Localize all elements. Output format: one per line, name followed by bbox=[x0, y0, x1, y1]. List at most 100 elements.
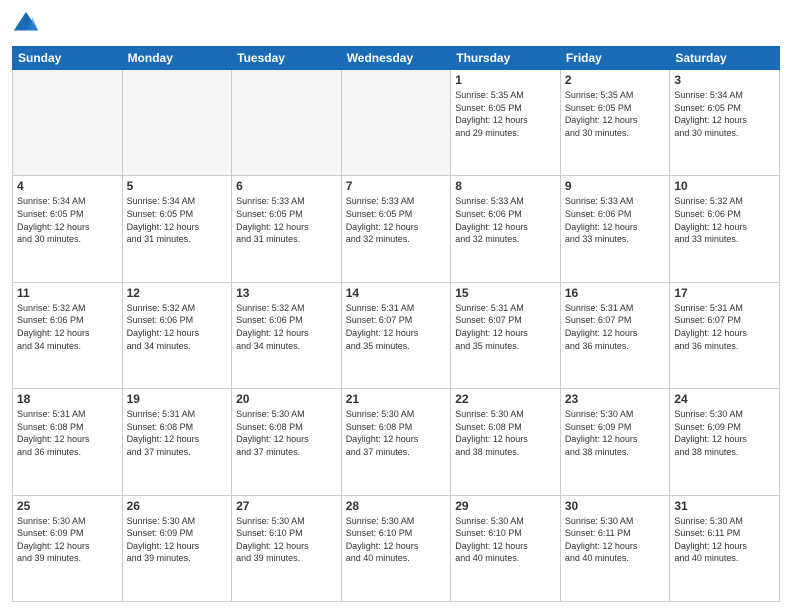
day-number: 10 bbox=[674, 179, 775, 193]
day-number: 5 bbox=[127, 179, 228, 193]
calendar-cell: 1 Sunrise: 5:35 AMSunset: 6:05 PMDaylight… bbox=[451, 70, 561, 176]
day-info: Sunrise: 5:31 AMSunset: 6:07 PMDaylight:… bbox=[346, 302, 447, 352]
calendar-cell: 17 Sunrise: 5:31 AMSunset: 6:07 PMDayligh… bbox=[670, 282, 780, 388]
calendar-cell: 19 Sunrise: 5:31 AMSunset: 6:08 PMDayligh… bbox=[122, 389, 232, 495]
calendar-cell: 13Sunrise: 5:32 AMSunset: 6:06 PMDayligh… bbox=[232, 282, 342, 388]
day-info: Sunrise: 5:31 AMSunset: 6:07 PMDaylight:… bbox=[674, 302, 775, 352]
day-info: Sunrise: 5:33 AMSunset: 6:06 PMDaylight:… bbox=[455, 195, 556, 245]
day-info: Sunrise: 5:34 AMSunset: 6:05 PMDaylight:… bbox=[127, 195, 228, 245]
day-info: Sunrise: 5:30 AMSunset: 6:08 PMDaylight:… bbox=[236, 408, 337, 458]
day-number: 9 bbox=[565, 179, 666, 193]
day-number: 12 bbox=[127, 286, 228, 300]
day-info: Sunrise: 5:30 AMSunset: 6:08 PMDaylight:… bbox=[455, 408, 556, 458]
day-info: Sunrise: 5:30 AMSunset: 6:08 PMDaylight:… bbox=[346, 408, 447, 458]
calendar-header-saturday: Saturday bbox=[670, 47, 780, 70]
calendar-cell: 23 Sunrise: 5:30 AMSunset: 6:09 PMDayligh… bbox=[560, 389, 670, 495]
day-info: Sunrise: 5:30 AMSunset: 6:10 PMDaylight:… bbox=[236, 515, 337, 565]
day-number: 18 bbox=[17, 392, 118, 406]
day-number: 8 bbox=[455, 179, 556, 193]
day-number: 3 bbox=[674, 73, 775, 87]
day-info: Sunrise: 5:33 AMSunset: 6:05 PMDaylight:… bbox=[236, 195, 337, 245]
day-number: 15 bbox=[455, 286, 556, 300]
calendar-header-thursday: Thursday bbox=[451, 47, 561, 70]
calendar-cell: 14 Sunrise: 5:31 AMSunset: 6:07 PMDayligh… bbox=[341, 282, 451, 388]
day-number: 21 bbox=[346, 392, 447, 406]
day-number: 16 bbox=[565, 286, 666, 300]
calendar-cell: 25Sunrise: 5:30 AMSunset: 6:09 PMDayligh… bbox=[13, 495, 123, 601]
calendar-cell: 18 Sunrise: 5:31 AMSunset: 6:08 PMDayligh… bbox=[13, 389, 123, 495]
day-info: Sunrise: 5:32 AMSunset: 6:06 PMDaylight:… bbox=[17, 302, 118, 352]
calendar-cell: 7Sunrise: 5:33 AMSunset: 6:05 PMDaylight… bbox=[341, 176, 451, 282]
calendar-cell: 5 Sunrise: 5:34 AMSunset: 6:05 PMDaylight… bbox=[122, 176, 232, 282]
day-info: Sunrise: 5:34 AMSunset: 6:05 PMDaylight:… bbox=[674, 89, 775, 139]
day-number: 14 bbox=[346, 286, 447, 300]
week-row-5: 25Sunrise: 5:30 AMSunset: 6:09 PMDayligh… bbox=[13, 495, 780, 601]
day-info: Sunrise: 5:31 AMSunset: 6:08 PMDaylight:… bbox=[127, 408, 228, 458]
calendar-cell: 21 Sunrise: 5:30 AMSunset: 6:08 PMDayligh… bbox=[341, 389, 451, 495]
week-row-1: 1 Sunrise: 5:35 AMSunset: 6:05 PMDaylight… bbox=[13, 70, 780, 176]
calendar-cell: 29 Sunrise: 5:30 AMSunset: 6:10 PMDayligh… bbox=[451, 495, 561, 601]
calendar-cell bbox=[122, 70, 232, 176]
logo-icon bbox=[12, 10, 40, 38]
day-info: Sunrise: 5:33 AMSunset: 6:05 PMDaylight:… bbox=[346, 195, 447, 245]
page: SundayMondayTuesdayWednesdayThursdayFrid… bbox=[0, 0, 792, 612]
day-number: 1 bbox=[455, 73, 556, 87]
day-info: Sunrise: 5:35 AMSunset: 6:05 PMDaylight:… bbox=[565, 89, 666, 139]
day-info: Sunrise: 5:35 AMSunset: 6:05 PMDaylight:… bbox=[455, 89, 556, 139]
day-number: 28 bbox=[346, 499, 447, 513]
day-number: 24 bbox=[674, 392, 775, 406]
day-info: Sunrise: 5:32 AMSunset: 6:06 PMDaylight:… bbox=[674, 195, 775, 245]
day-number: 27 bbox=[236, 499, 337, 513]
calendar-cell: 9Sunrise: 5:33 AMSunset: 6:06 PMDaylight… bbox=[560, 176, 670, 282]
calendar-header-tuesday: Tuesday bbox=[232, 47, 342, 70]
calendar-cell: 26 Sunrise: 5:30 AMSunset: 6:09 PMDayligh… bbox=[122, 495, 232, 601]
day-number: 23 bbox=[565, 392, 666, 406]
week-row-2: 4 Sunrise: 5:34 AMSunset: 6:05 PMDaylight… bbox=[13, 176, 780, 282]
day-number: 30 bbox=[565, 499, 666, 513]
calendar-cell: 4 Sunrise: 5:34 AMSunset: 6:05 PMDaylight… bbox=[13, 176, 123, 282]
calendar-cell: 27 Sunrise: 5:30 AMSunset: 6:10 PMDayligh… bbox=[232, 495, 342, 601]
day-info: Sunrise: 5:30 AMSunset: 6:09 PMDaylight:… bbox=[17, 515, 118, 565]
day-info: Sunrise: 5:34 AMSunset: 6:05 PMDaylight:… bbox=[17, 195, 118, 245]
day-info: Sunrise: 5:30 AMSunset: 6:10 PMDaylight:… bbox=[346, 515, 447, 565]
day-info: Sunrise: 5:30 AMSunset: 6:11 PMDaylight:… bbox=[674, 515, 775, 565]
header bbox=[12, 10, 780, 38]
day-number: 20 bbox=[236, 392, 337, 406]
calendar-cell: 24 Sunrise: 5:30 AMSunset: 6:09 PMDayligh… bbox=[670, 389, 780, 495]
logo bbox=[12, 10, 44, 38]
day-number: 31 bbox=[674, 499, 775, 513]
day-info: Sunrise: 5:30 AMSunset: 6:09 PMDaylight:… bbox=[127, 515, 228, 565]
day-number: 4 bbox=[17, 179, 118, 193]
calendar-cell: 28 Sunrise: 5:30 AMSunset: 6:10 PMDayligh… bbox=[341, 495, 451, 601]
calendar-header-sunday: Sunday bbox=[13, 47, 123, 70]
calendar-cell: 31 Sunrise: 5:30 AMSunset: 6:11 PMDayligh… bbox=[670, 495, 780, 601]
calendar-cell: 16Sunrise: 5:31 AMSunset: 6:07 PMDayligh… bbox=[560, 282, 670, 388]
day-number: 11 bbox=[17, 286, 118, 300]
week-row-3: 11 Sunrise: 5:32 AMSunset: 6:06 PMDayligh… bbox=[13, 282, 780, 388]
calendar-cell: 11 Sunrise: 5:32 AMSunset: 6:06 PMDayligh… bbox=[13, 282, 123, 388]
calendar-cell: 22 Sunrise: 5:30 AMSunset: 6:08 PMDayligh… bbox=[451, 389, 561, 495]
day-number: 17 bbox=[674, 286, 775, 300]
day-number: 29 bbox=[455, 499, 556, 513]
calendar-cell: 30 Sunrise: 5:30 AMSunset: 6:11 PMDayligh… bbox=[560, 495, 670, 601]
day-number: 22 bbox=[455, 392, 556, 406]
day-info: Sunrise: 5:32 AMSunset: 6:06 PMDaylight:… bbox=[236, 302, 337, 352]
day-info: Sunrise: 5:30 AMSunset: 6:09 PMDaylight:… bbox=[565, 408, 666, 458]
day-info: Sunrise: 5:30 AMSunset: 6:09 PMDaylight:… bbox=[674, 408, 775, 458]
calendar-table: SundayMondayTuesdayWednesdayThursdayFrid… bbox=[12, 46, 780, 602]
calendar-header-friday: Friday bbox=[560, 47, 670, 70]
calendar-cell: 6Sunrise: 5:33 AMSunset: 6:05 PMDaylight… bbox=[232, 176, 342, 282]
calendar-header-monday: Monday bbox=[122, 47, 232, 70]
calendar-cell: 3 Sunrise: 5:34 AMSunset: 6:05 PMDaylight… bbox=[670, 70, 780, 176]
calendar-cell bbox=[13, 70, 123, 176]
calendar-cell: 2 Sunrise: 5:35 AMSunset: 6:05 PMDaylight… bbox=[560, 70, 670, 176]
calendar-cell: 10 Sunrise: 5:32 AMSunset: 6:06 PMDayligh… bbox=[670, 176, 780, 282]
calendar-header-wednesday: Wednesday bbox=[341, 47, 451, 70]
day-number: 2 bbox=[565, 73, 666, 87]
day-info: Sunrise: 5:30 AMSunset: 6:11 PMDaylight:… bbox=[565, 515, 666, 565]
calendar-cell bbox=[232, 70, 342, 176]
day-number: 19 bbox=[127, 392, 228, 406]
day-info: Sunrise: 5:31 AMSunset: 6:08 PMDaylight:… bbox=[17, 408, 118, 458]
day-info: Sunrise: 5:30 AMSunset: 6:10 PMDaylight:… bbox=[455, 515, 556, 565]
day-number: 26 bbox=[127, 499, 228, 513]
